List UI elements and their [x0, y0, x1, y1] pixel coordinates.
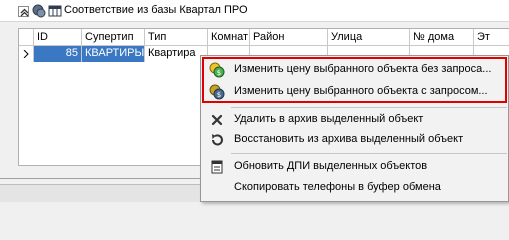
menu-item-change-price-no-prompt[interactable]: $ Изменить цену выбранного объекта без з… [202, 59, 509, 81]
menu-item-update-dpi[interactable]: Обновить ДПИ выделенных объектов [202, 156, 509, 178]
column-header-type[interactable]: Тип [145, 29, 208, 46]
coins-icon[interactable] [32, 4, 46, 18]
column-header-supertype[interactable]: Супертип [82, 29, 145, 46]
svg-text:$: $ [217, 91, 221, 99]
menu-item-delete-to-archive[interactable]: Удалить в архив выделенный объект [202, 109, 509, 131]
table-icon[interactable] [48, 4, 62, 18]
column-header-house[interactable]: № дома [410, 29, 474, 46]
menu-item-label: Изменить цену выбранного объекта с запро… [234, 85, 488, 97]
cell-id[interactable]: 85 [34, 46, 82, 62]
chevron-up-icon [20, 8, 29, 17]
collapse-toggle[interactable] [18, 6, 29, 17]
column-header-floor[interactable]: Эт [474, 29, 509, 46]
grid-header: ID Супертип Тип Комнат Район Улица № дом… [19, 29, 509, 46]
column-header-rooms[interactable]: Комнат [208, 29, 250, 46]
header-corner [19, 29, 34, 46]
restore-icon [212, 134, 223, 146]
menu-item-label: Восстановить из архива выделенный объект [234, 133, 464, 145]
column-header-district[interactable]: Район [250, 29, 328, 46]
menu-item-change-price-with-prompt[interactable]: $ Изменить цену выбранного объекта с зап… [202, 81, 509, 103]
status-strip [0, 184, 200, 202]
menu-item-label: Изменить цену выбранного объекта без зап… [234, 63, 492, 75]
menu-item-label: Обновить ДПИ выделенных объектов [234, 160, 428, 172]
document-icon [211, 160, 223, 174]
panel-titlebar: Соответствие из базы Квартал ПРО [0, 0, 509, 22]
column-header-id[interactable]: ID [34, 29, 82, 46]
x-icon [211, 114, 223, 126]
menu-item-copy-phones[interactable]: Скопировать телефоны в буфер обмена [202, 177, 509, 199]
row-indicator [19, 46, 34, 62]
menu-separator [231, 153, 507, 154]
menu-item-label: Удалить в архив выделенный объект [234, 113, 424, 125]
context-menu: $ Изменить цену выбранного объекта без з… [200, 55, 509, 202]
svg-text:$: $ [217, 69, 221, 77]
menu-item-label: Скопировать телефоны в буфер обмена [234, 181, 441, 193]
menu-separator [231, 107, 507, 108]
menu-item-restore-from-archive[interactable]: Восстановить из архива выделенный объект [202, 129, 509, 151]
cell-type[interactable]: Квартира [145, 46, 208, 62]
cell-supertype[interactable]: КВАРТИРЫ [82, 46, 145, 62]
coin-blue-icon: $ [209, 84, 225, 100]
panel-title: Соответствие из базы Квартал ПРО [64, 4, 248, 16]
column-header-street[interactable]: Улица [328, 29, 410, 46]
coin-green-icon: $ [209, 62, 225, 78]
divider [0, 178, 200, 179]
row-pointer-icon [23, 50, 29, 58]
